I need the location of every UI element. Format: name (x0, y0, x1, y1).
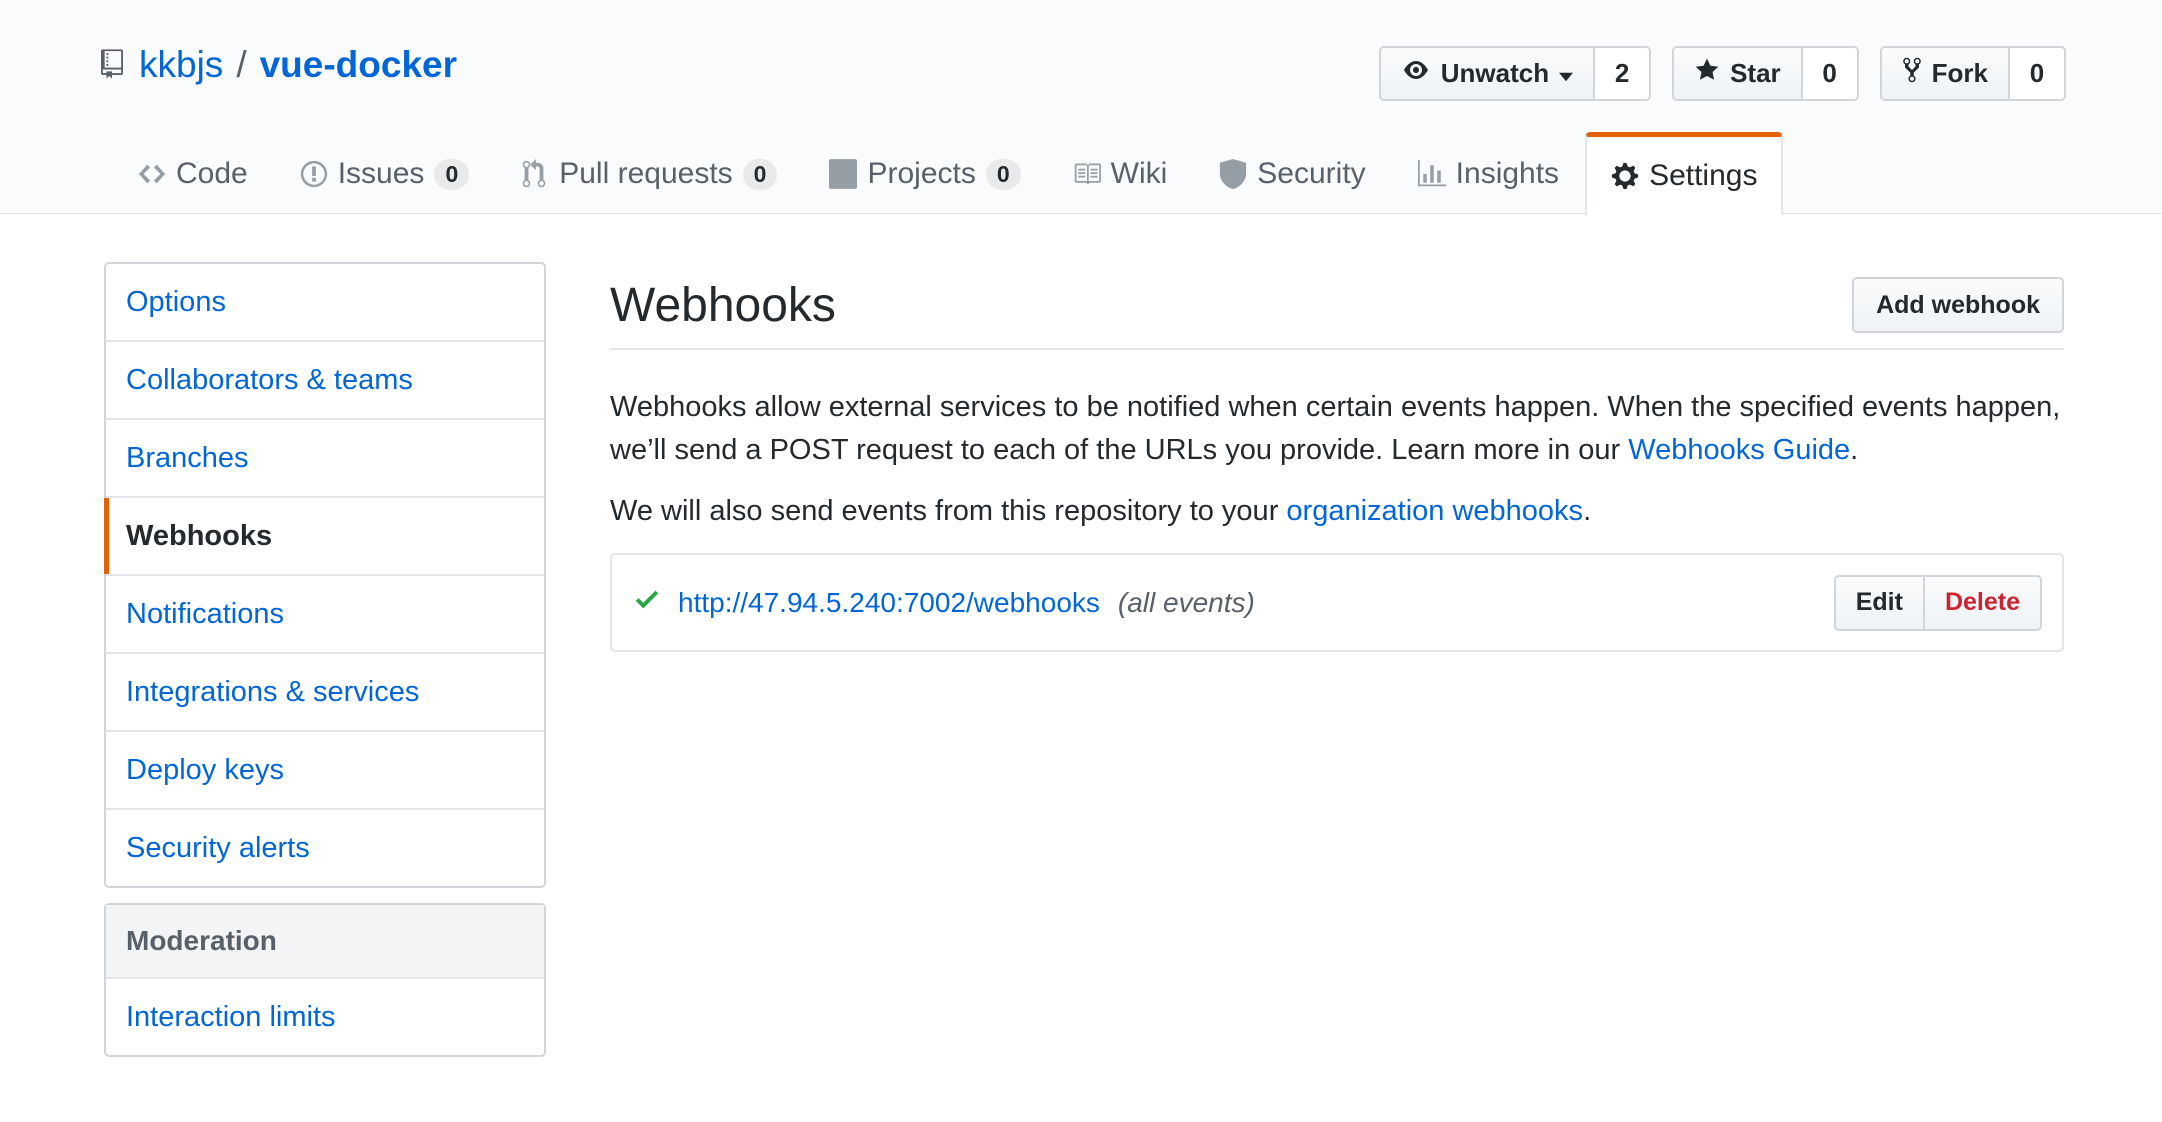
repo-name-link[interactable]: vue-docker (260, 44, 457, 86)
menu-item-branches[interactable]: Branches (106, 420, 544, 498)
tab-issues-label: Issues (337, 157, 425, 190)
webhooks-guide-link[interactable]: Webhooks Guide (1628, 434, 1850, 466)
tab-issues[interactable]: Issues 0 (274, 132, 496, 214)
stargazers-count[interactable]: 0 (1802, 46, 1859, 101)
caret-down-icon (1559, 58, 1574, 89)
menu-item-notifications[interactable]: Notifications (106, 576, 544, 654)
repo-title: kkbjs / vue-docker (101, 44, 457, 86)
tab-code[interactable]: Code (112, 132, 274, 214)
project-icon (829, 159, 858, 189)
org-note-text: We will also send events from this repos… (610, 495, 1287, 527)
issue-opened-icon (300, 159, 328, 189)
repo-actions: Unwatch 2 Star 0 Fork 0 (1378, 46, 2066, 101)
tab-security[interactable]: Security (1193, 132, 1391, 214)
repo-icon (101, 48, 127, 82)
fork-group: Fork 0 (1879, 46, 2066, 101)
delete-button[interactable]: Delete (1924, 574, 2042, 631)
tab-code-label: Code (176, 157, 248, 190)
fork-label: Fork (1931, 58, 1988, 88)
tab-security-label: Security (1257, 157, 1366, 190)
org-note-end: . (1583, 495, 1592, 527)
webhook-events: (all events) (1117, 586, 1255, 618)
webhooks-description: Webhooks allow external services to be n… (610, 386, 2064, 472)
settings-menu: Options Collaborators & teams Branches W… (104, 262, 546, 888)
page-title: Webhooks (610, 278, 836, 332)
check-icon (634, 584, 660, 621)
edit-button[interactable]: Edit (1833, 574, 1925, 631)
menu-item-integrations[interactable]: Integrations & services (106, 654, 544, 732)
git-pull-request-icon (521, 159, 549, 189)
graph-icon (1417, 159, 1446, 189)
tab-wiki-label: Wiki (1110, 157, 1168, 190)
projects-counter: 0 (985, 158, 1021, 190)
repo-separator: / (236, 44, 247, 85)
forks-count[interactable]: 0 (2010, 46, 2066, 101)
tab-projects-label: Projects (867, 157, 976, 190)
book-icon (1073, 159, 1101, 189)
moderation-menu: Moderation Interaction limits (104, 903, 546, 1057)
pull-requests-counter: 0 (742, 158, 778, 190)
fork-icon (1902, 56, 1922, 91)
tab-settings-label: Settings (1649, 159, 1758, 192)
shield-icon (1219, 159, 1247, 189)
star-icon (1694, 57, 1720, 90)
webhooks-panel: Webhooks Add webhook Webhooks allow exte… (610, 268, 2064, 652)
issues-counter: 0 (434, 158, 470, 190)
tab-projects[interactable]: Projects 0 (803, 132, 1046, 214)
menu-item-webhooks[interactable]: Webhooks (104, 498, 544, 576)
description-end: . (1850, 434, 1859, 466)
code-icon (138, 159, 166, 189)
add-webhook-button[interactable]: Add webhook (1852, 277, 2064, 333)
repo-owner-link[interactable]: kkbjs (139, 44, 223, 86)
unwatch-button[interactable]: Unwatch (1378, 46, 1596, 101)
tab-wiki[interactable]: Wiki (1047, 132, 1194, 214)
menu-item-options[interactable]: Options (106, 264, 544, 342)
menu-item-security-alerts[interactable]: Security alerts (106, 810, 544, 886)
watch-group: Unwatch 2 (1378, 46, 1652, 101)
webhook-item: http://47.94.5.240:7002/webhooks (all ev… (610, 553, 2064, 652)
fork-button[interactable]: Fork (1879, 46, 2010, 101)
gear-icon (1611, 161, 1639, 191)
repo-header: kkbjs / vue-docker Unwatch 2 Star 0 Fork… (0, 0, 2162, 215)
star-group: Star 0 (1672, 46, 1859, 101)
webhook-actions: Edit Delete (1833, 574, 2042, 631)
webhook-url-link[interactable]: http://47.94.5.240:7002/webhooks (678, 587, 1100, 619)
watchers-count[interactable]: 2 (1595, 46, 1652, 101)
tab-settings[interactable]: Settings (1585, 132, 1784, 215)
unwatch-label: Unwatch (1440, 58, 1550, 88)
webhook-info: http://47.94.5.240:7002/webhooks (all ev… (634, 584, 1255, 621)
star-label: Star (1730, 58, 1781, 88)
menu-item-deploy-keys[interactable]: Deploy keys (106, 732, 544, 810)
tab-insights-label: Insights (1455, 157, 1560, 190)
tab-insights[interactable]: Insights (1392, 132, 1585, 214)
repo-nav: Code Issues 0 Pull requests 0 Projects 0 (112, 132, 1784, 215)
menu-item-collaborators[interactable]: Collaborators & teams (106, 342, 544, 420)
eye-icon (1401, 58, 1431, 89)
moderation-heading: Moderation (106, 905, 544, 979)
tab-pull-requests-label: Pull requests (559, 157, 733, 190)
star-button[interactable]: Star (1672, 46, 1803, 101)
organization-webhooks-link[interactable]: organization webhooks (1286, 495, 1583, 527)
tab-pull-requests[interactable]: Pull requests 0 (495, 132, 803, 214)
menu-item-interaction-limits[interactable]: Interaction limits (106, 979, 544, 1055)
subhead: Webhooks Add webhook (610, 268, 2064, 350)
org-webhooks-note: We will also send events from this repos… (610, 490, 2064, 533)
